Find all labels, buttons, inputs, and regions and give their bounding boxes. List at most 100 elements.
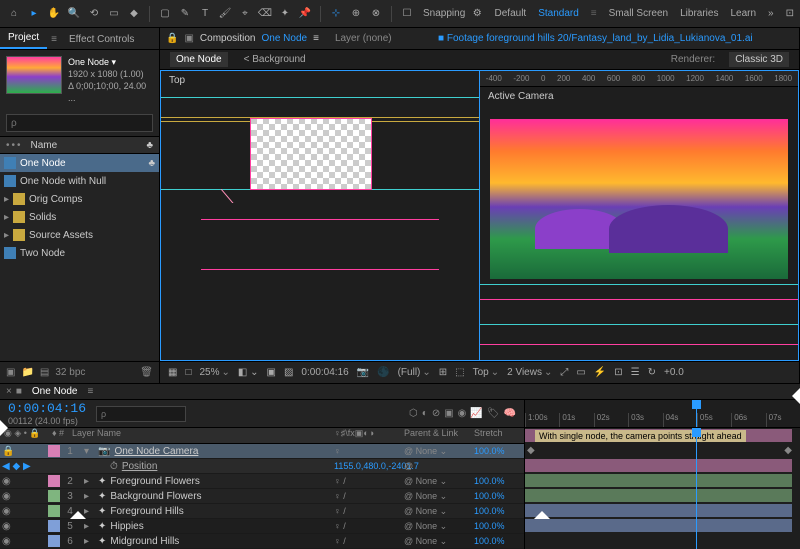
comp-tab-name[interactable]: One Node [262,33,308,44]
type-tool-icon[interactable]: T [197,6,213,22]
frame-blend-icon[interactable]: ▣ [444,408,453,419]
preview-time[interactable]: 0:00:04:16 [301,367,348,378]
home-icon[interactable]: ⌂ [6,6,22,22]
property-row[interactable]: ◀ ◆ ▶ ⏱Position 1155.0,480.0,-2401.7 @ [0,459,524,474]
new-folder-icon[interactable]: 📁 [21,367,33,378]
label-color-column-icon[interactable]: ••• [6,140,23,151]
current-timecode[interactable]: 0:00:04:16 [8,401,86,416]
timeline-search-input[interactable] [96,406,186,422]
playhead[interactable] [696,400,697,427]
exposure-value[interactable]: +0.0 [664,367,684,378]
workspace-libraries[interactable]: Libraries [680,8,718,19]
video-toggle-icon[interactable]: ◉ [2,491,11,502]
asset-row[interactable]: ▸Orig Comps [0,190,159,208]
draft-3d-icon[interactable]: ◐ [422,408,428,419]
timeline-ruler[interactable]: 1:00s01s02s03s04s05s06s07s [525,400,800,428]
label-color-chip[interactable] [48,490,60,502]
layer-row[interactable]: 🔒 1 ▾📷One Node Camera ♀ @ None 100.0% [0,444,524,459]
layer-bar[interactable] [525,489,792,502]
pixel-aspect-icon[interactable]: ▭ [576,367,585,378]
timeline-tracks[interactable]: 1:00s01s02s03s04s05s06s07s With single n… [525,400,800,549]
project-search-input[interactable] [6,114,153,132]
roi-icon[interactable]: ▣ [267,367,276,378]
keyframe-icon[interactable]: ◆ [527,445,535,456]
layer-bar[interactable] [525,519,792,532]
label-color-chip[interactable] [48,445,60,457]
video-toggle-icon[interactable]: ◉ [2,476,11,487]
label-color-chip[interactable] [48,475,60,487]
twirl-icon[interactable]: ▸ [84,476,94,487]
layer-row[interactable]: ◉ 2 ▸✦Foreground Flowers ♀ / @ None 100.… [0,474,524,489]
graph-editor-icon[interactable]: 📈 [470,408,482,419]
rect-tool-icon[interactable]: ▢ [157,6,173,22]
comp-canvas[interactable] [251,119,371,189]
new-comp-icon[interactable]: ▤ [40,367,49,378]
switches-header[interactable]: ♀♯\fx▣◐◑ [334,428,404,443]
resolution-dropdown[interactable]: (Full) [398,367,431,378]
layer-name-header[interactable]: Layer Name [68,428,334,443]
bpc-label[interactable]: 32 bpc [55,367,85,378]
grid-icon[interactable]: ▦ [168,367,177,378]
hide-shy-icon[interactable]: ⊘ [432,408,440,419]
local-axis-icon[interactable]: ⊹ [328,6,344,22]
composition-preview[interactable] [490,119,788,279]
channel-icon[interactable]: 🌑 [377,367,389,378]
twirl-icon[interactable]: ▸ [84,536,94,547]
footage-tab[interactable]: ■ Footage foreground hills 20/Fantasy_la… [438,33,753,44]
stopwatch-icon[interactable]: ⏱ [110,461,118,472]
brush-tool-icon[interactable]: 🖌 [217,6,233,22]
reset-exposure-icon[interactable]: ↻ [648,367,656,378]
view-tab-background[interactable]: < Background [238,52,312,67]
renderer-dropdown[interactable]: Classic 3D [729,52,789,67]
world-axis-icon[interactable]: ⊕ [348,6,364,22]
camera-wireframe[interactable] [221,189,471,359]
share-view-icon[interactable]: ⤢ [560,367,568,378]
asset-row[interactable]: One Node with Null [0,172,159,190]
zoom-tool-icon[interactable]: 🔍 [66,6,82,22]
workspace-learn[interactable]: Learn [730,8,756,19]
view-axis-icon[interactable]: ⊗ [368,6,384,22]
toggle-alpha-icon[interactable]: □ [185,367,191,378]
transparency-grid-icon[interactable]: ▨ [284,367,293,378]
workspace-more-icon[interactable]: » [768,8,774,19]
interpret-footage-icon[interactable]: ▣ [6,367,15,378]
panel-menu-icon[interactable]: ≡ [313,33,319,44]
view-options-icon[interactable]: ⊞ [439,367,447,378]
twirl-icon[interactable]: ▸ [84,521,94,532]
layer-row[interactable]: ◉ 3 ▸✦Background Flowers ♀ / @ None 100.… [0,489,524,504]
label-color-chip[interactable] [48,520,60,532]
snapshot-icon[interactable]: 📷 [357,367,369,378]
lock-icon[interactable]: 🔒 [2,446,14,457]
hand-tool-icon[interactable]: ✋ [46,6,62,22]
layer-bar[interactable] [525,474,792,487]
layer-row[interactable]: ◉ 5 ▸✦Hippies ♀ / @ None 100.0% [0,519,524,534]
label-column-header[interactable]: ♦ # [48,428,68,443]
layer-bar[interactable] [525,459,792,472]
brain-icon[interactable]: 🧠 [504,408,516,419]
motion-blur-icon[interactable]: ◉ [458,408,467,419]
asset-row[interactable]: ▸Solids [0,208,159,226]
view-mode-dropdown[interactable]: Top [473,367,500,378]
asset-list[interactable]: One Node♣ One Node with Null ▸Orig Comps… [0,154,159,361]
layer-row[interactable]: ◉ 6 ▸✦Midground Hills ♀ / @ None 100.0% [0,534,524,549]
snapping-menu-icon[interactable]: ⚙ [469,6,485,22]
timeline-icon[interactable]: ⊡ [614,367,622,378]
view-tab-onenode[interactable]: One Node [170,52,228,67]
asset-row[interactable]: Two Node [0,244,159,262]
effect-controls-tab[interactable]: Effect Controls [61,30,142,49]
viewport-top[interactable]: Top [160,70,479,361]
eraser-tool-icon[interactable]: ⌫ [257,6,273,22]
pickwhip-icon[interactable]: @ [404,446,413,456]
comp-marker[interactable]: With single node, the camera points stra… [535,430,746,442]
workspace-small[interactable]: Small Screen [609,8,668,19]
comp-mini-flowchart-icon[interactable]: ⬡ [409,408,418,419]
comp-flow-icon[interactable]: ☰ [631,367,640,378]
aa-icon[interactable]: 🏷 [487,408,500,419]
label-color-chip[interactable] [48,535,60,547]
layer-tab[interactable]: Layer (none) [335,33,392,44]
resolution-icon[interactable]: ◧ ⌄ [238,367,259,378]
label-color-chip[interactable] [48,505,60,517]
keyframe-nav-icon[interactable]: ◀ ◆ ▶ [2,461,31,472]
project-tab[interactable]: Project [0,28,47,49]
pickwhip-icon[interactable]: @ [404,461,413,471]
